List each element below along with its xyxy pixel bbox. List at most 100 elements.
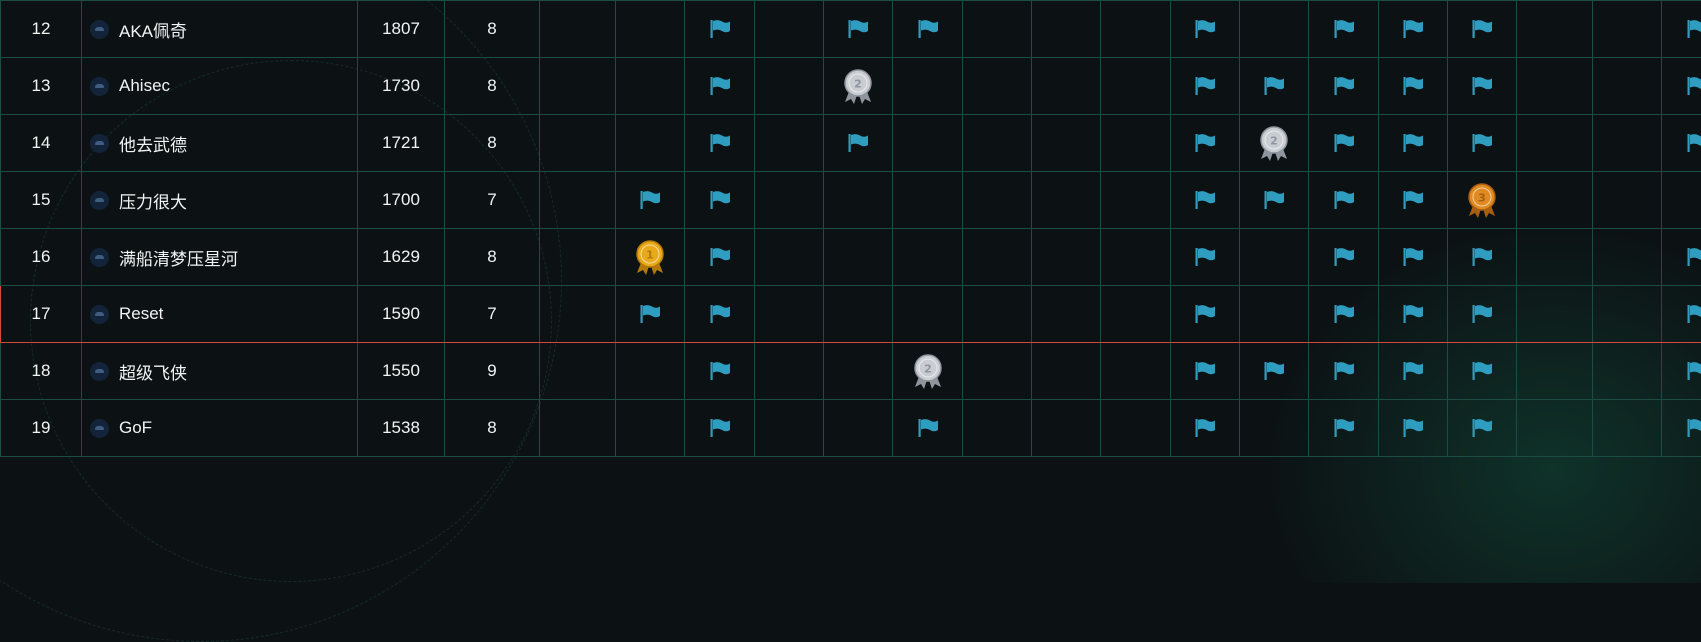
challenge-cell — [1517, 400, 1593, 457]
challenge-cell — [1309, 229, 1379, 286]
flag-icon — [1471, 304, 1493, 324]
solved-count-cell: 7 — [445, 286, 540, 343]
rank-cell: 18 — [1, 343, 82, 400]
svg-text:1: 1 — [646, 249, 654, 262]
challenge-cell — [1593, 172, 1662, 229]
challenge-cell — [1593, 115, 1662, 172]
rank-cell: 15 — [1, 172, 82, 229]
team-name[interactable]: GoF — [119, 418, 152, 438]
medal-2-icon: 2 — [1257, 132, 1291, 151]
team-cell[interactable]: 满船清梦压星河 — [82, 229, 358, 286]
challenge-cell — [1240, 343, 1309, 400]
flag-icon — [1471, 76, 1493, 96]
team-name[interactable]: AKA佩奇 — [119, 17, 187, 42]
table-row[interactable]: 13 Ahisec 17308 2 — [1, 58, 1701, 115]
flag-icon — [1194, 76, 1216, 96]
solved-count-cell: 8 — [445, 58, 540, 115]
team-name[interactable]: 他去武德 — [119, 131, 187, 156]
challenge-cell — [1448, 115, 1517, 172]
team-info[interactable]: 满船清梦压星河 — [82, 245, 357, 270]
team-cell[interactable]: 压力很大 — [82, 172, 358, 229]
flag-icon — [1333, 190, 1355, 210]
challenge-cell — [1240, 172, 1309, 229]
challenge-cell — [1171, 400, 1240, 457]
challenge-cell — [1379, 115, 1448, 172]
flag-icon — [709, 247, 731, 267]
table-row[interactable]: 17 Reset 15907 — [1, 286, 1701, 343]
challenge-cell — [1101, 229, 1171, 286]
team-info[interactable]: 超级飞侠 — [82, 359, 357, 384]
team-name[interactable]: Ahisec — [119, 76, 170, 96]
challenge-cell — [1379, 229, 1448, 286]
challenge-cell — [540, 115, 616, 172]
table-row[interactable]: 14 他去武德 17218 2 — [1, 115, 1701, 172]
challenge-cell — [755, 286, 824, 343]
challenge-cell: 1 — [616, 229, 685, 286]
team-info[interactable]: Ahisec — [82, 76, 357, 96]
table-row[interactable]: 16 满船清梦压星河 16298 1 — [1, 229, 1701, 286]
challenge-cell — [893, 1, 963, 58]
flag-icon — [1471, 361, 1493, 381]
team-info[interactable]: GoF — [82, 418, 357, 438]
team-info[interactable]: AKA佩奇 — [82, 17, 357, 42]
flag-icon — [917, 418, 939, 438]
challenge-cell — [1662, 286, 1701, 343]
table-row[interactable]: 12 AKA佩奇 18078 — [1, 1, 1701, 58]
flag-icon — [1686, 76, 1701, 96]
challenge-cell — [1171, 115, 1240, 172]
flag-icon — [1402, 361, 1424, 381]
flag-icon — [1686, 361, 1701, 381]
challenge-cell — [540, 172, 616, 229]
flag-icon — [1686, 19, 1701, 39]
challenge-cell — [1448, 58, 1517, 115]
challenge-cell — [893, 229, 963, 286]
challenge-cell — [1662, 172, 1701, 229]
challenge-cell — [1309, 286, 1379, 343]
team-name[interactable]: Reset — [119, 304, 163, 324]
challenge-cell — [540, 58, 616, 115]
solved-count-cell: 7 — [445, 172, 540, 229]
flag-icon — [1471, 19, 1493, 39]
medal-1-icon: 1 — [633, 246, 667, 265]
flag-icon — [709, 361, 731, 381]
flag-icon — [1686, 247, 1701, 267]
table-row[interactable]: 19 GoF 15388 — [1, 400, 1701, 457]
challenge-cell — [963, 343, 1032, 400]
challenge-cell — [1032, 115, 1101, 172]
avatar-icon — [90, 419, 109, 438]
challenge-cell — [893, 400, 963, 457]
avatar-icon — [90, 134, 109, 153]
flag-icon — [1402, 247, 1424, 267]
challenge-cell — [1101, 286, 1171, 343]
table-row[interactable]: 15 压力很大 17007 3 — [1, 172, 1701, 229]
table-row[interactable]: 18 超级飞侠 15509 2 — [1, 343, 1701, 400]
challenge-cell — [1593, 343, 1662, 400]
challenge-cell — [1032, 286, 1101, 343]
challenge-cell: 2 — [824, 58, 893, 115]
challenge-cell — [685, 229, 755, 286]
team-name[interactable]: 超级飞侠 — [119, 359, 187, 384]
team-cell[interactable]: GoF — [82, 400, 358, 457]
team-info[interactable]: 压力很大 — [82, 188, 357, 213]
team-cell[interactable]: AKA佩奇 — [82, 1, 358, 58]
challenge-cell — [824, 343, 893, 400]
challenge-cell — [824, 172, 893, 229]
team-cell[interactable]: Reset — [82, 286, 358, 343]
team-cell[interactable]: Ahisec — [82, 58, 358, 115]
team-info[interactable]: Reset — [82, 304, 357, 324]
challenge-cell — [1593, 58, 1662, 115]
team-cell[interactable]: 超级飞侠 — [82, 343, 358, 400]
flag-icon — [639, 304, 661, 324]
challenge-cell — [1662, 229, 1701, 286]
team-name[interactable]: 满船清梦压星河 — [119, 245, 238, 270]
team-cell[interactable]: 他去武德 — [82, 115, 358, 172]
flag-icon — [709, 19, 731, 39]
challenge-cell — [540, 400, 616, 457]
team-name[interactable]: 压力很大 — [119, 188, 187, 213]
challenge-cell: 3 — [1448, 172, 1517, 229]
challenge-cell — [963, 1, 1032, 58]
flag-icon — [639, 190, 661, 210]
challenge-cell — [685, 115, 755, 172]
team-info[interactable]: 他去武德 — [82, 131, 357, 156]
flag-icon — [1333, 247, 1355, 267]
